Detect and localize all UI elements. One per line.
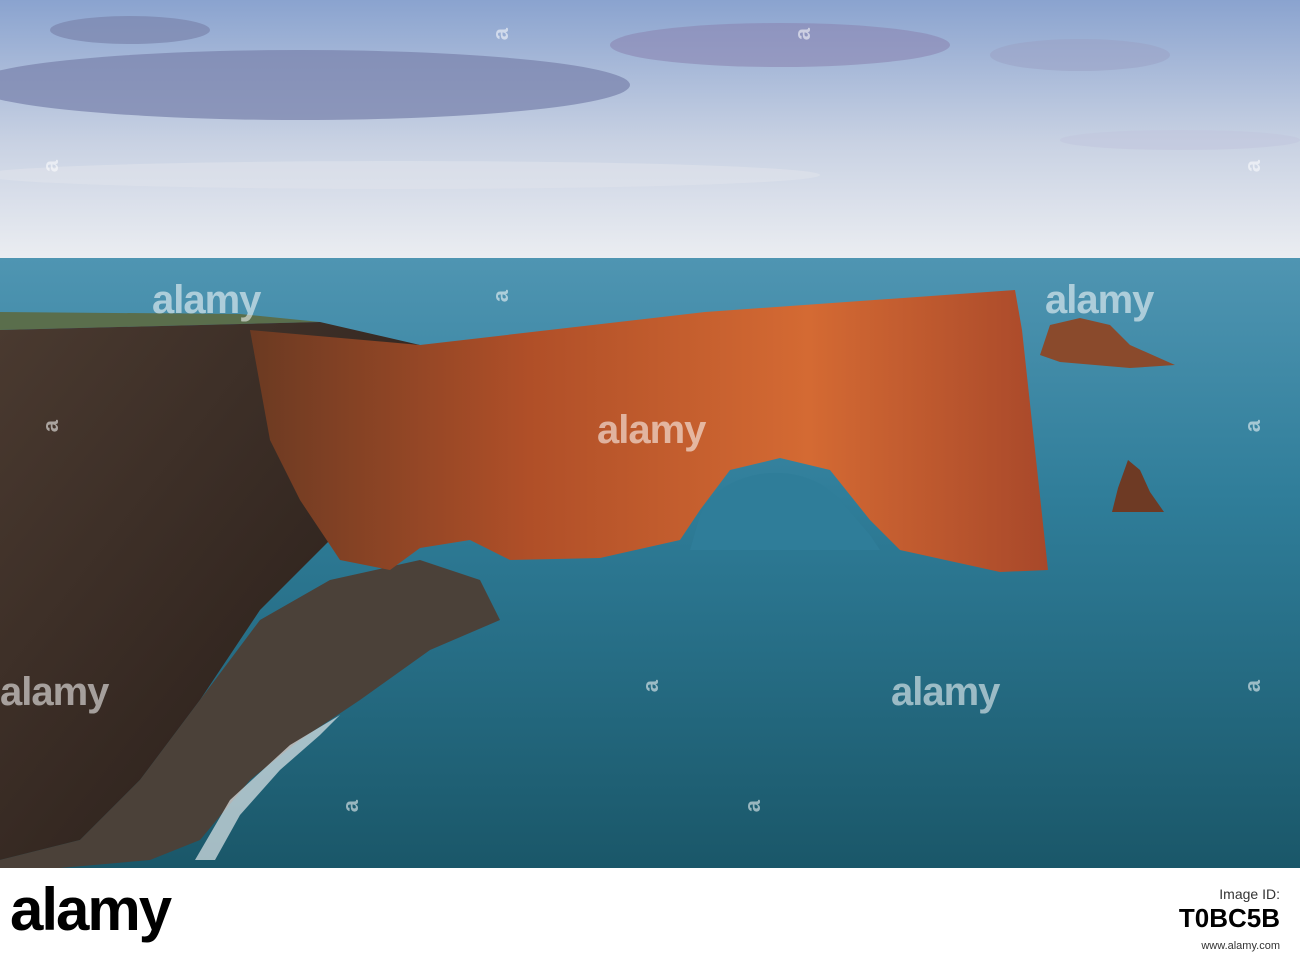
watermark-small: a (1240, 420, 1265, 433)
cloud (990, 39, 1170, 71)
watermark-text: alamy (0, 670, 109, 714)
watermark-small: a (1240, 160, 1265, 173)
watermark-small: a (38, 160, 63, 173)
site-url[interactable]: www.alamy.com (1201, 940, 1280, 952)
cloud (50, 16, 210, 44)
watermark-small: a (38, 420, 63, 433)
cloud (1060, 130, 1300, 150)
cloud (610, 23, 950, 67)
image-id: T0BC5B (1178, 903, 1280, 933)
watermark-small: a (740, 800, 765, 813)
landscape-photo: alamy alamy alamy alamy alamy a a a a a … (0, 0, 1300, 868)
footer-bar (0, 868, 1300, 957)
cloud (0, 50, 630, 120)
watermark-text: alamy (597, 408, 706, 452)
brand-logo[interactable]: alamy (10, 880, 172, 940)
watermark-small: a (338, 800, 363, 813)
stock-photo-page: alamy alamy alamy alamy alamy a a a a a … (0, 0, 1300, 957)
watermark-small: a (488, 290, 513, 303)
watermark-text: alamy (152, 278, 261, 322)
watermark-small: a (790, 28, 815, 41)
watermark-text: alamy (1045, 278, 1154, 322)
image-id-label: Image ID: (1219, 886, 1280, 902)
watermark-text: alamy (891, 670, 1000, 714)
watermark-small: a (638, 680, 663, 693)
cloud (0, 161, 820, 189)
watermark-small: a (488, 28, 513, 41)
watermark-small: a (1240, 680, 1265, 693)
